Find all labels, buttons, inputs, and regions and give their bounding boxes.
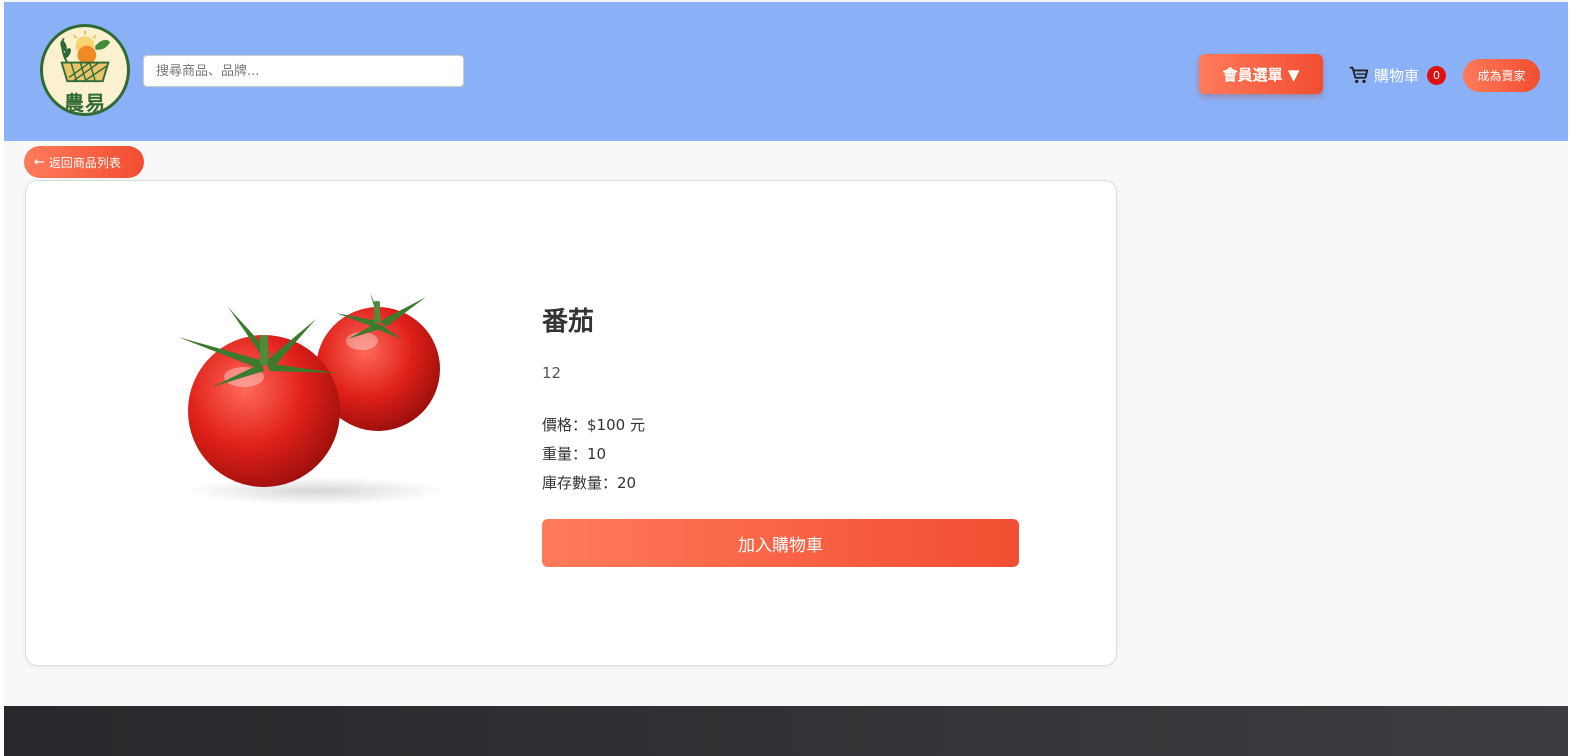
arrow-left-icon: ← [34, 154, 45, 170]
site-footer [4, 706, 1568, 756]
add-to-cart-button[interactable]: 加入購物車 [542, 519, 1019, 567]
product-stock: 庫存數量：20 [542, 474, 637, 492]
logo-text: 農易 [64, 91, 106, 115]
tomato-image [178, 293, 446, 505]
product-name: 番茄 [542, 307, 595, 337]
back-label: 返回商品列表 [48, 155, 121, 170]
product-detail-card: 番茄 12 價格：$100 元 重量：10 庫存數量：20 加入購物車 [25, 180, 1117, 666]
become-seller-button[interactable]: 成為賣家 [1463, 59, 1540, 92]
shopping-cart-icon [1349, 66, 1369, 84]
product-description: 12 [542, 364, 562, 382]
cart-link[interactable]: 購物車 0 [1348, 62, 1447, 88]
site-header: 農易 會員選單 ▼ 購物車 0 成為賣家 [4, 2, 1568, 141]
product-price: 價格：$100 元 [542, 416, 645, 434]
product-weight: 重量：10 [542, 445, 607, 463]
back-to-list-button[interactable]: ← 返回商品列表 [24, 146, 144, 178]
search-input[interactable] [143, 55, 464, 87]
cart-label: 購物車 [1374, 66, 1420, 85]
cart-count-badge: 0 [1427, 65, 1447, 85]
window-right-edge [1568, 0, 1580, 756]
site-logo[interactable]: 農易 [40, 24, 130, 116]
member-menu-button[interactable]: 會員選單 ▼ [1199, 54, 1323, 94]
